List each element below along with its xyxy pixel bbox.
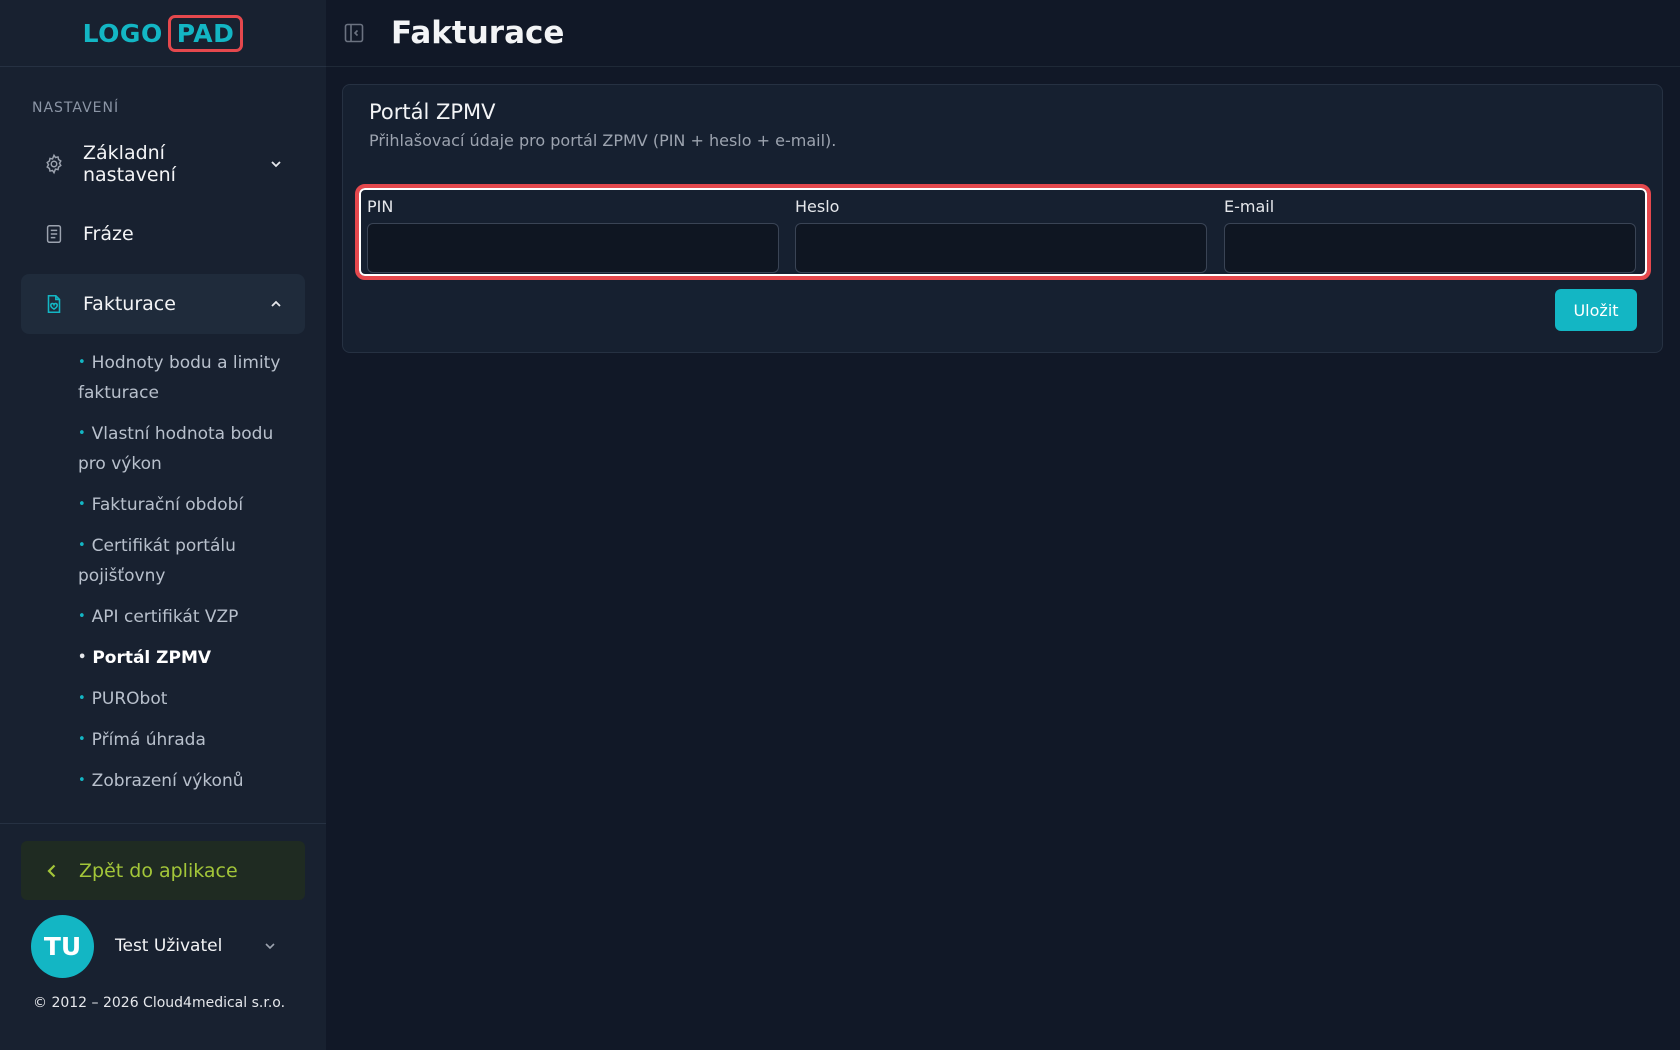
- logo-area: LOGO PAD: [0, 0, 326, 67]
- copyright: © 2012 – 2026 Cloud4medical s.r.o.: [33, 995, 286, 1011]
- bullet-icon: •: [78, 538, 86, 553]
- submenu-item-fakturacni-obdobi[interactable]: • Fakturační období: [78, 490, 306, 520]
- logo[interactable]: LOGO PAD: [82, 14, 244, 52]
- app-root: LOGO PAD NASTAVENÍ Základní nastavení Fr…: [0, 0, 1680, 1050]
- bullet-icon: •: [78, 497, 86, 512]
- bullet-icon: •: [78, 691, 86, 706]
- submenu-item-zobrazeni-vykonu[interactable]: • Zobrazení výkonů: [78, 766, 306, 796]
- page-title: Fakturace: [391, 15, 565, 51]
- submenu-item-vlastni-hodnota[interactable]: • Vlastní hodnota bodu pro výkon: [78, 419, 306, 479]
- pin-label: PIN: [367, 197, 394, 216]
- password-field: Heslo: [795, 197, 1207, 273]
- sidebar-item-label: Základní nastavení: [83, 142, 176, 186]
- save-button[interactable]: Uložit: [1555, 289, 1637, 331]
- email-field: E-mail: [1224, 197, 1636, 273]
- bullet-icon: •: [78, 732, 86, 747]
- pin-field: PIN: [367, 197, 779, 273]
- submenu-item-hodnoty-bodu[interactable]: • Hodnoty bodu a limity fakturace: [78, 348, 306, 408]
- logo-badge: PAD: [167, 14, 244, 52]
- sidebar-nav: Základní nastavení Fráze Fakturace: [0, 134, 326, 344]
- card-description: Přihlašovací údaje pro portál ZPMV (PIN …: [369, 131, 837, 150]
- gear-icon: [43, 153, 65, 175]
- bullet-icon: •: [78, 426, 86, 441]
- sidebar-item-fakturace[interactable]: Fakturace: [21, 274, 305, 334]
- chevron-down-icon: [263, 939, 277, 953]
- submenu-item-purobot[interactable]: • PURObot: [78, 684, 306, 714]
- document-icon: [43, 223, 65, 245]
- section-label: NASTAVENÍ: [32, 100, 120, 116]
- sidebar-item-label: Fráze: [83, 223, 134, 245]
- main-area: Fakturace Portál ZPMV Přihlašovací údaje…: [326, 0, 1680, 1050]
- user-menu[interactable]: TU Test Uživatel: [21, 914, 305, 978]
- submenu-item-portal-zpmv[interactable]: • Portál ZPMV: [78, 643, 306, 673]
- pin-input[interactable]: [367, 223, 779, 273]
- invoice-icon: [43, 293, 65, 315]
- sidebar-toggle-icon[interactable]: [342, 21, 366, 45]
- card-title: Portál ZPMV: [369, 100, 496, 124]
- chevron-down-icon: [269, 157, 283, 171]
- back-to-app-button[interactable]: Zpět do aplikace: [21, 841, 305, 900]
- sidebar-item-label: Fakturace: [83, 293, 176, 315]
- content: Portál ZPMV Přihlašovací údaje pro portá…: [326, 67, 1680, 353]
- email-label: E-mail: [1224, 197, 1275, 216]
- avatar: TU: [31, 914, 94, 978]
- submenu-item-prima-uhrada[interactable]: • Přímá úhrada: [78, 725, 306, 755]
- sidebar-item-zakladni-nastaveni[interactable]: Základní nastavení: [21, 134, 305, 194]
- submenu-item-certifikat-portalu[interactable]: • Certifikát portálu pojišťovny: [78, 531, 306, 591]
- sidebar-item-fraze[interactable]: Fráze: [21, 204, 305, 264]
- bullet-icon: •: [78, 773, 86, 788]
- email-input[interactable]: [1224, 223, 1636, 273]
- bullet-icon: •: [78, 609, 86, 624]
- fakturace-submenu: • Hodnoty bodu a limity fakturace • Vlastn…: [0, 348, 326, 807]
- bullet-icon: •: [78, 650, 87, 665]
- sidebar-footer: Zpět do aplikace TU Test Uživatel © 2012…: [0, 823, 326, 1011]
- topbar: Fakturace: [326, 0, 1680, 67]
- credentials-fields-group: PIN Heslo E-mail: [355, 184, 1651, 280]
- logo-text: LOGO: [82, 18, 163, 48]
- back-to-app-label: Zpět do aplikace: [79, 859, 238, 882]
- submenu-item-api-certifikat[interactable]: • API certifikát VZP: [78, 602, 306, 632]
- password-label: Heslo: [795, 197, 840, 216]
- password-input[interactable]: [795, 223, 1207, 273]
- chevron-up-icon: [269, 297, 283, 311]
- user-name: Test Uživatel: [115, 936, 223, 956]
- bullet-icon: •: [78, 355, 86, 370]
- portal-zpmv-card: Portál ZPMV Přihlašovací údaje pro portá…: [342, 84, 1663, 353]
- sidebar: LOGO PAD NASTAVENÍ Základní nastavení Fr…: [0, 0, 326, 1050]
- chevron-left-icon: [43, 862, 61, 880]
